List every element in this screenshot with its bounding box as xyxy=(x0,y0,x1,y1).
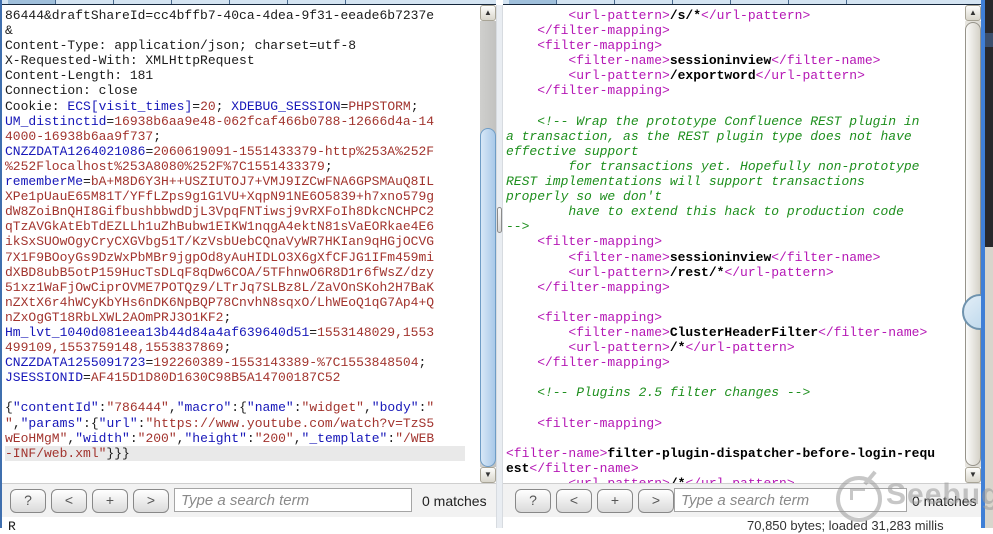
scroll-up-button[interactable]: ▲ xyxy=(480,5,496,21)
side-panel-selected-row xyxy=(985,33,993,47)
scroll-down-button[interactable]: ▼ xyxy=(965,467,981,483)
clipped-next-line-text: R xyxy=(8,519,16,534)
help-button[interactable]: ? xyxy=(10,489,46,513)
match-count-label: 0 matches xyxy=(422,493,487,509)
add-highlight-button[interactable]: + xyxy=(597,489,633,513)
inspector-tab[interactable] xyxy=(288,0,346,4)
xml-response-pane: <url-pattern>/s/*</url-pattern> </filter… xyxy=(503,5,981,483)
help-button[interactable]: ? xyxy=(515,489,551,513)
inspector-tab[interactable] xyxy=(557,0,615,4)
inspector-tab[interactable] xyxy=(615,0,673,4)
side-panel-sliver-dark xyxy=(985,0,993,247)
inspector-tab[interactable] xyxy=(673,0,731,4)
inspector-tab[interactable] xyxy=(789,0,847,4)
previous-match-button[interactable]: < xyxy=(51,489,87,513)
side-panel-sliver-light xyxy=(985,247,993,528)
right-vertical-scrollbar: ▲ ▼ xyxy=(965,5,981,483)
inspector-tab[interactable] xyxy=(230,0,288,4)
scrollbar-thumb[interactable] xyxy=(480,128,496,467)
match-count-label: 0 matches xyxy=(912,493,977,509)
inspector-tab[interactable] xyxy=(172,0,230,4)
search-input[interactable] xyxy=(174,488,412,512)
xml-response-text[interactable]: <url-pattern>/s/*</url-pattern> </filter… xyxy=(506,8,952,483)
scrollbar-thumb[interactable] xyxy=(965,22,981,466)
previous-match-button[interactable]: < xyxy=(556,489,592,513)
right-find-bar: ? < + > 0 matches xyxy=(503,483,981,517)
next-match-button[interactable]: > xyxy=(638,489,674,513)
inspector-tab[interactable] xyxy=(56,0,114,4)
add-highlight-button[interactable]: + xyxy=(92,489,128,513)
inspector-tab[interactable] xyxy=(114,0,172,4)
status-bytes-label: 70,850 bytes; loaded 31,283 millis xyxy=(747,518,944,533)
splitter-grip[interactable] xyxy=(497,207,502,233)
raw-request-pane: 86444&draftShareId=cc4bffb7-40ca-4dea-9f… xyxy=(2,5,496,483)
inspector-tab-selected[interactable] xyxy=(509,0,557,4)
left-find-bar: ? < + > 0 matches xyxy=(2,483,496,517)
left-vertical-scrollbar: ▲ ▼ xyxy=(480,5,496,483)
scroll-up-button[interactable]: ▲ xyxy=(965,5,981,21)
search-input[interactable] xyxy=(674,488,907,512)
scroll-down-button[interactable]: ▼ xyxy=(480,467,496,483)
pane-splitter[interactable] xyxy=(496,5,503,528)
next-match-button[interactable]: > xyxy=(133,489,169,513)
raw-request-text[interactable]: 86444&draftShareId=cc4bffb7-40ca-4dea-9f… xyxy=(5,8,465,461)
tabstrip-filler xyxy=(346,0,496,4)
inspector-tab-selected[interactable] xyxy=(8,0,56,4)
inspector-tab[interactable] xyxy=(731,0,789,4)
tabstrip-filler xyxy=(847,0,981,4)
